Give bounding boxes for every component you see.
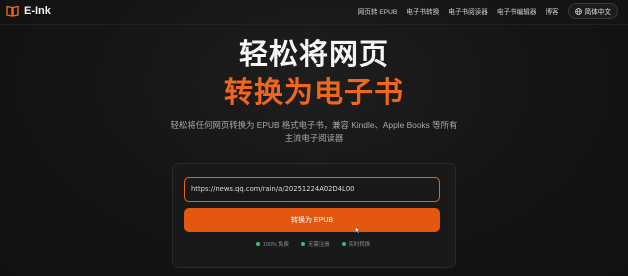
hero-subtitle: 轻松将任何网页转换为 EPUB 格式电子书，兼容 Kindle、Apple Bo… [170, 120, 458, 143]
globe-icon [574, 7, 582, 15]
convert-button-label: 转换为 EPUB [290, 217, 333, 224]
feature-label: 无需注册 [307, 242, 330, 248]
nav-ebook-convert[interactable]: 电子书转换 [406, 6, 439, 16]
feature-list: 100% 免费 无需注册 实时转换 [172, 240, 454, 248]
language-label: 简体中文 [584, 9, 611, 16]
nav-ebook-editor[interactable]: 电子书编辑器 [497, 6, 537, 16]
green-dot-icon [255, 242, 260, 246]
nav-web-to-epub[interactable]: 网页转 EPUB [358, 6, 398, 16]
nav-ebook-reader[interactable]: 电子书阅读器 [448, 6, 488, 16]
feature-label: 实时转换 [348, 242, 371, 248]
logo-text: E-Ink [24, 4, 51, 17]
feature-item: 实时转换 [341, 240, 371, 248]
url-input[interactable]: https://news.qq.com/rain/a/20251224A02D4… [184, 177, 440, 202]
green-dot-icon [300, 242, 305, 246]
main-nav: 网页转 EPUB 电子书转换 电子书阅读器 电子书编辑器 博客 简体中文 [358, 3, 618, 19]
hero-title-line2: 转换为电子书 [223, 77, 404, 109]
logo[interactable]: E-Ink [6, 4, 51, 17]
language-selector[interactable]: 简体中文 [567, 3, 618, 19]
page: E-Ink 网页转 EPUB 电子书转换 电子书阅读器 电子书编辑器 博客 简体… [0, 0, 628, 276]
feature-item: 无需注册 [300, 240, 330, 248]
green-dot-icon [341, 242, 346, 246]
pointer-cursor-icon [353, 221, 361, 234]
top-header: E-Ink 网页转 EPUB 电子书转换 电子书阅读器 电子书编辑器 博客 简体… [0, 0, 628, 25]
book-icon [6, 4, 19, 17]
nav-blog[interactable]: 博客 [545, 6, 558, 16]
feature-item: 100% 免费 [255, 240, 289, 248]
hero-title-line1: 轻松将网页 [238, 39, 389, 71]
convert-button[interactable]: 转换为 EPUB [184, 208, 440, 232]
feature-label: 100% 免费 [262, 242, 289, 248]
